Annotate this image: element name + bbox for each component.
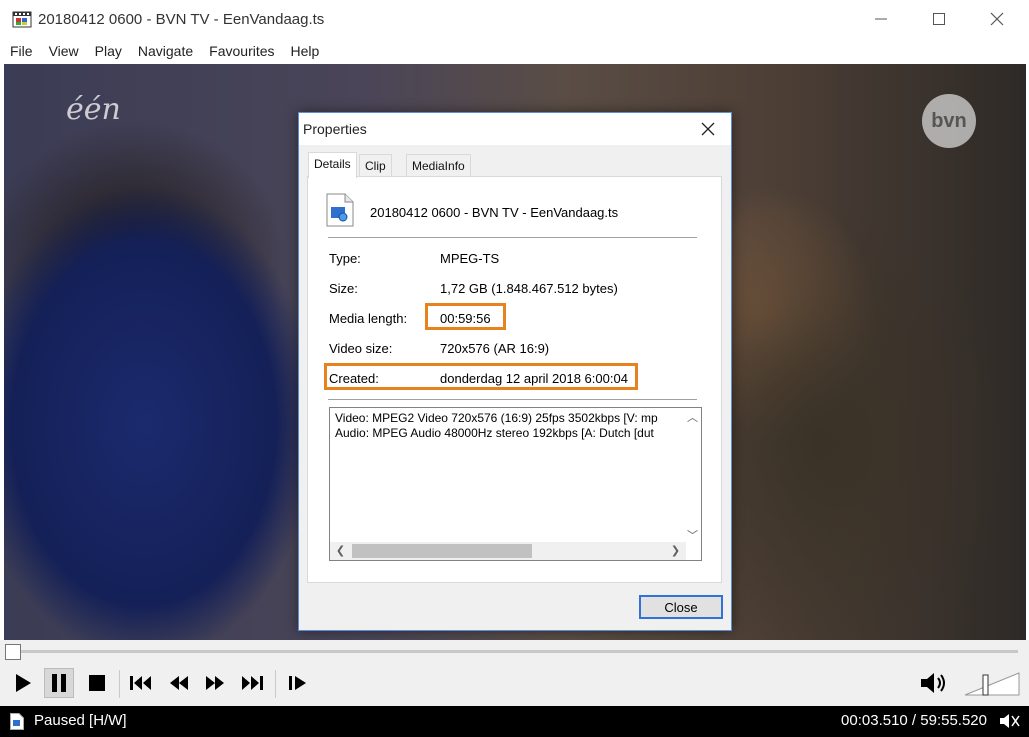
menu-bar: File View Play Navigate Favourites Help [0,38,1029,64]
divider [328,399,697,400]
separator [275,670,276,698]
details-panel: 20180412 0600 - BVN TV - EenVandaag.ts T… [307,176,722,583]
menu-navigate[interactable]: Navigate [130,38,201,64]
stop-icon [89,675,105,691]
playback-status: Paused [H/W] [34,712,127,729]
volume-slider[interactable] [962,668,1022,698]
close-icon [990,12,1004,26]
status-bar: Paused [H/W] 00:03.510 / 59:55.520 [0,706,1029,737]
size-label: Size: [329,281,358,296]
scroll-down-icon[interactable]: ﹀ [684,526,701,543]
next-button[interactable] [237,668,267,698]
fast-forward-button[interactable] [200,668,230,698]
menu-file[interactable]: File [2,38,41,64]
video-size-label: Video size: [329,341,393,356]
seek-track[interactable] [12,650,1018,653]
maximize-button[interactable] [910,0,968,38]
window-title: 20180412 0600 - BVN TV - EenVandaag.ts [38,10,325,28]
tab-mediainfo[interactable]: MediaInfo [406,154,471,177]
fast-forward-icon [206,676,224,690]
skip-next-icon [242,676,263,690]
close-button[interactable]: Close [639,595,723,619]
mpc-app-icon [12,11,32,28]
type-value: MPEG-TS [440,251,500,266]
minimize-button[interactable] [852,0,910,38]
minimize-icon [875,18,887,20]
media-info-textbox[interactable]: Video: MPEG2 Video 720x576 (16:9) 25fps … [329,407,702,561]
menu-play[interactable]: Play [87,38,130,64]
tab-details[interactable]: Details [308,152,357,178]
time-display: 00:03.510 / 59:55.520 [841,712,987,729]
info-line-audio: Audio: MPEG Audio 48000Hz stereo 192kbps… [335,426,654,440]
vertical-scrollbar[interactable]: ︿ ﹀ [684,408,701,543]
media-file-icon [326,193,354,227]
dialog-close-button[interactable] [691,115,725,143]
close-window-button[interactable] [968,0,1026,38]
size-value: 1,72 GB (1.848.467.512 bytes) [440,281,618,296]
close-icon [701,122,715,136]
file-status-icon [10,713,24,730]
stop-button[interactable] [82,668,112,698]
rewind-icon [170,676,188,690]
media-length-label: Media length: [329,311,408,326]
info-line-video: Video: MPEG2 Video 720x576 (16:9) 25fps … [335,411,658,425]
separator [119,670,120,698]
volume-slider-track [964,672,1020,696]
playback-controls [0,664,1029,706]
video-size-value: 720x576 (AR 16:9) [440,341,550,356]
pause-button[interactable] [44,668,74,698]
play-icon [16,674,31,692]
type-label: Type: [329,251,361,266]
mute-button[interactable] [918,668,950,698]
scroll-right-icon[interactable]: ❯ [667,542,684,559]
horizontal-scrollbar[interactable]: ❮ ❯ [330,542,686,560]
speaker-icon [921,673,945,693]
media-length-highlight [425,303,506,330]
divider [328,237,697,238]
channel-logo-een: één [66,92,121,127]
previous-button[interactable] [126,668,156,698]
seek-bar[interactable] [0,640,1029,664]
menu-help[interactable]: Help [283,38,328,64]
horizontal-scroll-thumb[interactable] [352,544,532,558]
menu-favourites[interactable]: Favourites [201,38,282,64]
dialog-title: Properties [303,121,367,137]
file-name: 20180412 0600 - BVN TV - EenVandaag.ts [370,205,619,220]
dialog-titlebar: Properties [299,113,731,145]
media-info-text: Video: MPEG2 Video 720x576 (16:9) 25fps … [335,411,658,441]
window-titlebar: 20180412 0600 - BVN TV - EenVandaag.ts [0,0,1029,38]
maximize-icon [933,13,945,25]
menu-view[interactable]: View [41,38,87,64]
audio-status-icon [1000,714,1020,728]
scroll-up-icon[interactable]: ︿ [684,408,701,425]
seek-thumb[interactable] [5,644,21,660]
play-button[interactable] [8,668,38,698]
pause-icon [52,674,66,692]
tab-clip[interactable]: Clip [359,154,392,177]
created-highlight [324,363,638,390]
frame-step-button[interactable] [283,668,313,698]
scroll-left-icon[interactable]: ❮ [332,542,349,559]
rewind-button[interactable] [164,668,194,698]
frame-step-icon [289,676,306,690]
skip-previous-icon [130,676,151,690]
channel-logo-bvn: bvn [922,94,976,148]
properties-dialog: Properties Details Clip MediaInfo 201804… [298,112,732,631]
